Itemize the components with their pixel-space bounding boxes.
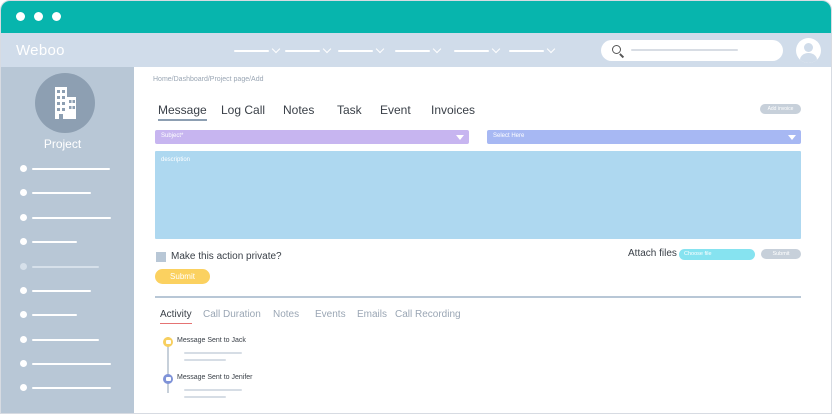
sidebar-item-2[interactable]: [20, 189, 120, 197]
sidebar-item-3[interactable]: [20, 214, 120, 222]
submit-button[interactable]: Submit: [155, 269, 210, 284]
sidebar-item-4[interactable]: [20, 238, 120, 246]
brand-logo: Weboo: [16, 42, 65, 59]
window-maximize-dot[interactable]: [52, 12, 61, 21]
sidebar-item-1[interactable]: [20, 165, 120, 173]
caret-down-icon: [788, 135, 796, 140]
chevron-down-icon: [491, 44, 501, 54]
sidebar-item-5[interactable]: [20, 263, 120, 271]
tab-call-recording[interactable]: Call Recording: [395, 309, 461, 320]
subject-select-label: Subject*: [161, 133, 184, 139]
private-label: Make this action private?: [171, 251, 282, 262]
project-label: Project: [43, 137, 82, 151]
tab-events[interactable]: Events: [315, 309, 346, 320]
chevron-down-icon: [432, 44, 442, 54]
search-icon: [612, 45, 621, 54]
project-avatar: [35, 73, 95, 133]
sidebar: Project: [1, 67, 134, 413]
avatar[interactable]: [796, 38, 821, 63]
window-minimize-dot[interactable]: [34, 12, 43, 21]
chevron-down-icon: [322, 44, 332, 54]
choose-file-label: Choose file: [684, 251, 712, 257]
timeline-entry-text: Message Sent to Jack: [177, 337, 246, 344]
add-invoice-button[interactable]: Add invoice: [760, 104, 801, 114]
search-input[interactable]: [601, 40, 783, 61]
tab-emails[interactable]: Emails: [357, 309, 387, 320]
attach-submit-button[interactable]: Submit: [761, 249, 801, 259]
tab-call-duration[interactable]: Call Duration: [203, 309, 261, 320]
user-icon-body: [800, 53, 817, 63]
tab-notes[interactable]: Notes: [283, 103, 314, 117]
sidebar-item-10[interactable]: [20, 384, 120, 392]
app-window: Weboo Project Home/Dashboard/Project pag…: [0, 0, 832, 414]
tab-activity-notes[interactable]: Notes: [273, 309, 299, 320]
sidebar-item-9[interactable]: [20, 360, 120, 368]
building-icon: [55, 87, 76, 119]
choose-file-button[interactable]: Choose file: [679, 249, 755, 260]
search-placeholder-line: [631, 49, 738, 51]
chevron-down-icon: [271, 44, 281, 54]
app-header: Weboo: [1, 33, 831, 67]
timeline-entry-detail: [184, 389, 242, 391]
attach-files-label: Attach files: [628, 248, 677, 259]
tab-task[interactable]: Task: [337, 103, 362, 117]
tab-log-call[interactable]: Log Call: [221, 103, 265, 117]
message-icon: [163, 374, 173, 384]
caret-down-icon: [456, 135, 464, 140]
private-checkbox[interactable]: [156, 252, 166, 262]
window-close-dot[interactable]: [16, 12, 25, 21]
timeline-entry-detail: [184, 352, 242, 354]
sidebar-item-8[interactable]: [20, 336, 120, 344]
tab-invoices[interactable]: Invoices: [431, 103, 475, 117]
chevron-down-icon: [546, 44, 556, 54]
description-placeholder: description: [161, 157, 191, 163]
user-icon-head: [804, 43, 813, 52]
title-bar: [1, 1, 831, 33]
timeline-entry-detail: [184, 396, 226, 398]
message-icon: [163, 337, 173, 347]
sidebar-item-6[interactable]: [20, 287, 120, 295]
timeline-entry-detail: [184, 359, 226, 361]
tab-event[interactable]: Event: [380, 103, 411, 117]
breadcrumb[interactable]: Home/Dashboard/Project page/Add: [153, 76, 264, 83]
select-here-label: Select Here: [493, 133, 525, 139]
tab-activity[interactable]: Activity: [160, 309, 192, 324]
section-divider: [155, 296, 801, 298]
select-here-dropdown[interactable]: Select Here: [487, 130, 801, 144]
timeline-entry-text: Message Sent to Jenifer: [177, 374, 253, 381]
subject-select[interactable]: Subject*: [155, 130, 469, 144]
tab-message[interactable]: Message: [158, 103, 207, 121]
sidebar-item-7[interactable]: [20, 311, 120, 319]
chevron-down-icon: [375, 44, 385, 54]
description-textarea[interactable]: description: [155, 151, 801, 239]
